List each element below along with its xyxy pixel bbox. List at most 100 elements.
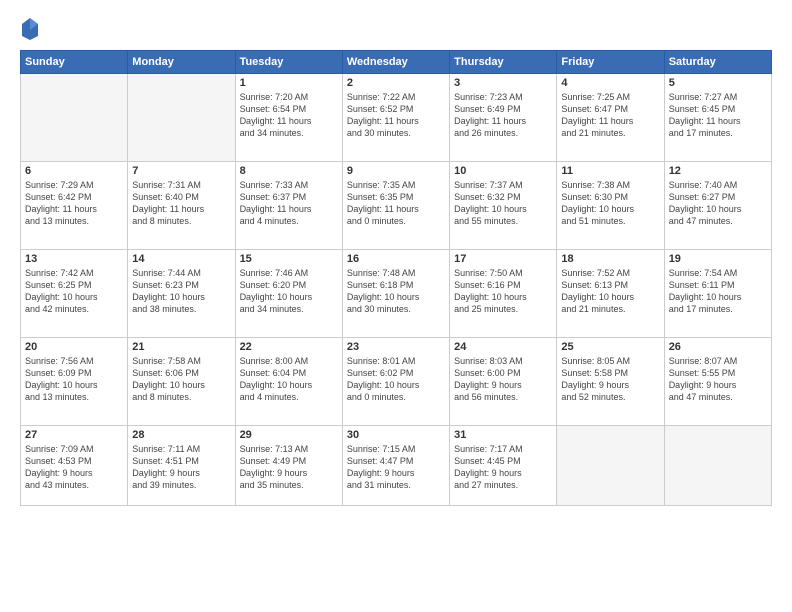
day-number: 12: [669, 165, 767, 177]
day-number: 20: [25, 341, 123, 353]
day-number: 9: [347, 165, 445, 177]
day-number: 3: [454, 77, 552, 89]
week-row-2: 6 Sunrise: 7:29 AM Sunset: 6:42 PM Daylig…: [21, 162, 772, 250]
day-number: 2: [347, 77, 445, 89]
day-content: Sunrise: 7:40 AM Sunset: 6:27 PM Dayligh…: [669, 179, 767, 228]
day-content: Sunrise: 7:42 AM Sunset: 6:25 PM Dayligh…: [25, 267, 123, 316]
day-cell: 9 Sunrise: 7:35 AM Sunset: 6:35 PM Daylig…: [342, 162, 449, 250]
day-cell: 4 Sunrise: 7:25 AM Sunset: 6:47 PM Daylig…: [557, 74, 664, 162]
day-number: 23: [347, 341, 445, 353]
calendar: SundayMondayTuesdayWednesdayThursdayFrid…: [20, 50, 772, 506]
day-content: Sunrise: 7:29 AM Sunset: 6:42 PM Dayligh…: [25, 179, 123, 228]
day-cell: 16Sunrise: 7:48 AM Sunset: 6:18 PM Dayli…: [342, 250, 449, 338]
day-cell: [21, 74, 128, 162]
day-cell: [664, 426, 771, 506]
day-content: Sunrise: 8:01 AM Sunset: 6:02 PM Dayligh…: [347, 355, 445, 404]
week-row-4: 20 Sunrise: 7:56 AM Sunset: 6:09 PM Dayli…: [21, 338, 772, 426]
day-number: 1: [240, 77, 338, 89]
logo: [20, 16, 42, 40]
page: SundayMondayTuesdayWednesdayThursdayFrid…: [0, 0, 792, 612]
day-number: 19: [669, 253, 767, 265]
day-cell: 31Sunrise: 7:17 AM Sunset: 4:45 PM Dayli…: [450, 426, 557, 506]
day-cell: 27 Sunrise: 7:09 AM Sunset: 4:53 PM Dayli…: [21, 426, 128, 506]
day-number: 25: [561, 341, 659, 353]
weekday-saturday: Saturday: [664, 51, 771, 74]
day-content: Sunrise: 7:09 AM Sunset: 4:53 PM Dayligh…: [25, 443, 123, 492]
day-number: 29: [240, 429, 338, 441]
day-cell: 22 Sunrise: 8:00 AM Sunset: 6:04 PM Dayli…: [235, 338, 342, 426]
day-content: Sunrise: 7:31 AM Sunset: 6:40 PM Dayligh…: [132, 179, 230, 228]
week-row-3: 13 Sunrise: 7:42 AM Sunset: 6:25 PM Dayli…: [21, 250, 772, 338]
day-content: Sunrise: 7:58 AM Sunset: 6:06 PM Dayligh…: [132, 355, 230, 404]
day-cell: 15 Sunrise: 7:46 AM Sunset: 6:20 PM Dayli…: [235, 250, 342, 338]
day-content: Sunrise: 7:52 AM Sunset: 6:13 PM Dayligh…: [561, 267, 659, 316]
day-cell: 17 Sunrise: 7:50 AM Sunset: 6:16 PM Dayli…: [450, 250, 557, 338]
day-content: Sunrise: 7:37 AM Sunset: 6:32 PM Dayligh…: [454, 179, 552, 228]
day-number: 27: [25, 429, 123, 441]
day-content: Sunrise: 7:27 AM Sunset: 6:45 PM Dayligh…: [669, 91, 767, 140]
weekday-sunday: Sunday: [21, 51, 128, 74]
day-number: 13: [25, 253, 123, 265]
day-number: 28: [132, 429, 230, 441]
day-cell: 3 Sunrise: 7:23 AM Sunset: 6:49 PM Daylig…: [450, 74, 557, 162]
day-content: Sunrise: 7:13 AM Sunset: 4:49 PM Dayligh…: [240, 443, 338, 492]
day-content: Sunrise: 7:56 AM Sunset: 6:09 PM Dayligh…: [25, 355, 123, 404]
day-number: 22: [240, 341, 338, 353]
day-content: Sunrise: 8:00 AM Sunset: 6:04 PM Dayligh…: [240, 355, 338, 404]
day-number: 10: [454, 165, 552, 177]
day-number: 6: [25, 165, 123, 177]
day-number: 14: [132, 253, 230, 265]
day-content: Sunrise: 7:46 AM Sunset: 6:20 PM Dayligh…: [240, 267, 338, 316]
day-cell: [557, 426, 664, 506]
day-number: 15: [240, 253, 338, 265]
day-content: Sunrise: 7:44 AM Sunset: 6:23 PM Dayligh…: [132, 267, 230, 316]
day-number: 30: [347, 429, 445, 441]
day-cell: 12 Sunrise: 7:40 AM Sunset: 6:27 PM Dayli…: [664, 162, 771, 250]
day-number: 11: [561, 165, 659, 177]
day-cell: 30 Sunrise: 7:15 AM Sunset: 4:47 PM Dayli…: [342, 426, 449, 506]
day-cell: 13 Sunrise: 7:42 AM Sunset: 6:25 PM Dayli…: [21, 250, 128, 338]
day-number: 5: [669, 77, 767, 89]
day-content: Sunrise: 7:15 AM Sunset: 4:47 PM Dayligh…: [347, 443, 445, 492]
weekday-friday: Friday: [557, 51, 664, 74]
day-cell: 11 Sunrise: 7:38 AM Sunset: 6:30 PM Dayli…: [557, 162, 664, 250]
day-cell: [128, 74, 235, 162]
day-cell: 6 Sunrise: 7:29 AM Sunset: 6:42 PM Daylig…: [21, 162, 128, 250]
day-cell: 1 Sunrise: 7:20 AM Sunset: 6:54 PM Daylig…: [235, 74, 342, 162]
day-cell: 14 Sunrise: 7:44 AM Sunset: 6:23 PM Dayli…: [128, 250, 235, 338]
day-number: 26: [669, 341, 767, 353]
day-content: Sunrise: 8:05 AM Sunset: 5:58 PM Dayligh…: [561, 355, 659, 404]
day-content: Sunrise: 7:22 AM Sunset: 6:52 PM Dayligh…: [347, 91, 445, 140]
weekday-tuesday: Tuesday: [235, 51, 342, 74]
day-content: Sunrise: 7:20 AM Sunset: 6:54 PM Dayligh…: [240, 91, 338, 140]
day-cell: 26 Sunrise: 8:07 AM Sunset: 5:55 PM Dayli…: [664, 338, 771, 426]
day-content: Sunrise: 8:03 AM Sunset: 6:00 PM Dayligh…: [454, 355, 552, 404]
day-cell: 23 Sunrise: 8:01 AM Sunset: 6:02 PM Dayli…: [342, 338, 449, 426]
day-cell: 7 Sunrise: 7:31 AM Sunset: 6:40 PM Daylig…: [128, 162, 235, 250]
day-content: Sunrise: 7:50 AM Sunset: 6:16 PM Dayligh…: [454, 267, 552, 316]
day-cell: 2 Sunrise: 7:22 AM Sunset: 6:52 PM Daylig…: [342, 74, 449, 162]
week-row-1: 1 Sunrise: 7:20 AM Sunset: 6:54 PM Daylig…: [21, 74, 772, 162]
day-cell: 8Sunrise: 7:33 AM Sunset: 6:37 PM Daylig…: [235, 162, 342, 250]
day-content: Sunrise: 7:25 AM Sunset: 6:47 PM Dayligh…: [561, 91, 659, 140]
day-number: 4: [561, 77, 659, 89]
day-content: Sunrise: 7:38 AM Sunset: 6:30 PM Dayligh…: [561, 179, 659, 228]
day-content: Sunrise: 7:35 AM Sunset: 6:35 PM Dayligh…: [347, 179, 445, 228]
day-cell: 20 Sunrise: 7:56 AM Sunset: 6:09 PM Dayli…: [21, 338, 128, 426]
weekday-wednesday: Wednesday: [342, 51, 449, 74]
weekday-thursday: Thursday: [450, 51, 557, 74]
day-content: Sunrise: 7:54 AM Sunset: 6:11 PM Dayligh…: [669, 267, 767, 316]
logo-icon: [20, 16, 40, 40]
day-number: 7: [132, 165, 230, 177]
day-content: Sunrise: 7:48 AM Sunset: 6:18 PM Dayligh…: [347, 267, 445, 316]
weekday-monday: Monday: [128, 51, 235, 74]
header: [20, 16, 772, 40]
week-row-5: 27 Sunrise: 7:09 AM Sunset: 4:53 PM Dayli…: [21, 426, 772, 506]
day-content: Sunrise: 7:23 AM Sunset: 6:49 PM Dayligh…: [454, 91, 552, 140]
day-cell: 29 Sunrise: 7:13 AM Sunset: 4:49 PM Dayli…: [235, 426, 342, 506]
day-content: Sunrise: 8:07 AM Sunset: 5:55 PM Dayligh…: [669, 355, 767, 404]
day-cell: 21 Sunrise: 7:58 AM Sunset: 6:06 PM Dayli…: [128, 338, 235, 426]
day-cell: 25 Sunrise: 8:05 AM Sunset: 5:58 PM Dayli…: [557, 338, 664, 426]
day-number: 17: [454, 253, 552, 265]
day-number: 21: [132, 341, 230, 353]
